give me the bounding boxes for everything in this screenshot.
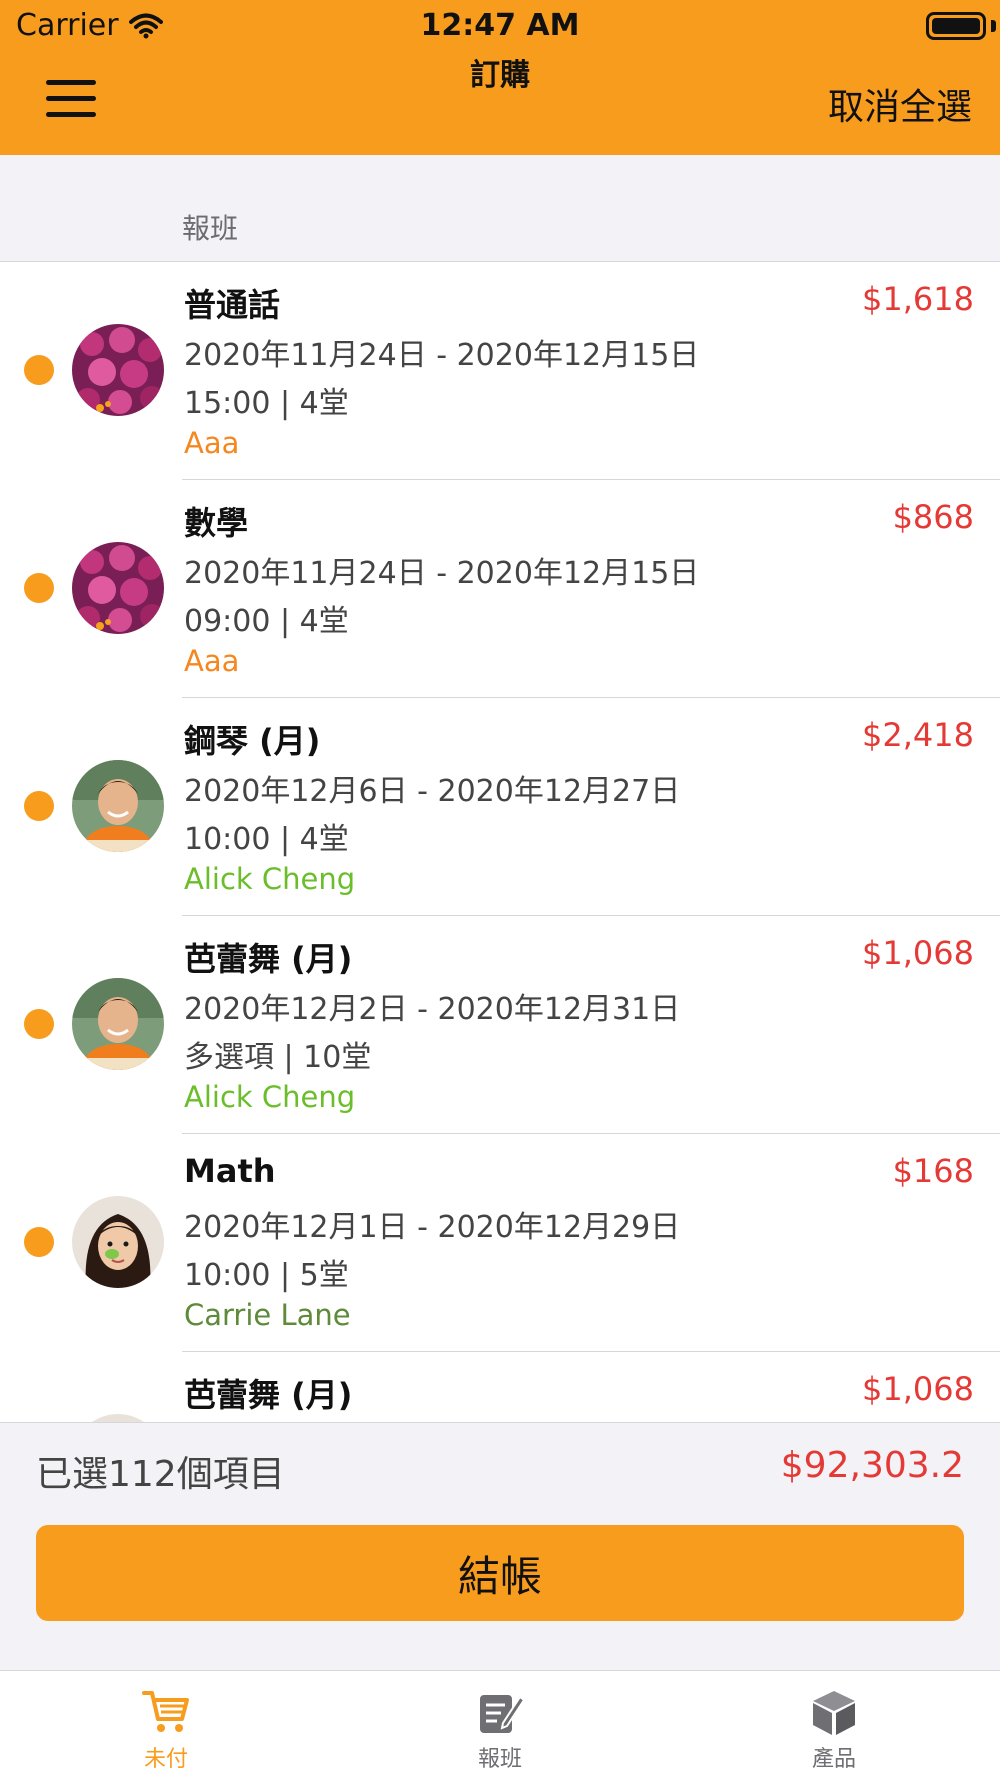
course-price: $868 bbox=[892, 498, 974, 536]
cart-icon bbox=[142, 1691, 189, 1732]
course-price: $1,068 bbox=[862, 934, 974, 972]
list-item[interactable]: 鋼琴 (月) $2,418 2020年12月6日 - 2020年12月27日 1… bbox=[0, 698, 1000, 916]
course-price: $1,068 bbox=[862, 1370, 974, 1408]
selected-count: 已選112個項目 bbox=[36, 1454, 285, 1495]
battery-icon bbox=[926, 12, 986, 40]
checkout-button[interactable]: 結帳 bbox=[36, 1525, 964, 1621]
course-name: 數學 bbox=[184, 504, 249, 542]
course-dates: 2020年11月24日 - 2020年12月15日 bbox=[184, 338, 700, 373]
selection-dot[interactable] bbox=[24, 1227, 54, 1257]
girl-avatar bbox=[72, 1196, 164, 1288]
order-summary: 已選112個項目 $92,303.2 結帳 bbox=[0, 1422, 1000, 1670]
girl-avatar bbox=[72, 1414, 164, 1422]
course-price: $168 bbox=[892, 1152, 974, 1190]
order-list[interactable]: 普通話 $1,618 2020年11月24日 - 2020年12月15日 15:… bbox=[0, 262, 1000, 1422]
course-time: 09:00 | 4堂 bbox=[184, 604, 349, 639]
course-name: 芭蕾舞 (月) bbox=[184, 940, 353, 978]
course-dates: 2020年12月6日 - 2020年12月27日 bbox=[184, 774, 681, 809]
section-title: 報班 bbox=[182, 212, 239, 245]
list-item[interactable]: 普通話 $1,618 2020年11月24日 - 2020年12月15日 15:… bbox=[0, 262, 1000, 480]
selection-dot[interactable] bbox=[24, 573, 54, 603]
hamburger-menu-icon[interactable] bbox=[46, 80, 96, 120]
boy-avatar bbox=[72, 978, 164, 1070]
course-time: 10:00 | 5堂 bbox=[184, 1258, 349, 1293]
tab-unpaid[interactable]: 未付 bbox=[66, 1671, 266, 1778]
student-name: Alick Cheng bbox=[184, 1080, 356, 1114]
tab-label: 未付 bbox=[143, 1747, 188, 1772]
total-amount: $92,303.2 bbox=[780, 1445, 964, 1486]
course-name: Math bbox=[184, 1152, 276, 1190]
navigation-header: Carrier 12:47 AM 訂購 取消全選 bbox=[0, 0, 1000, 155]
list-item[interactable]: 芭蕾舞 (月) $1,068 2020年12月2日 - 2020年12月31日 … bbox=[0, 916, 1000, 1134]
course-dates: 2020年12月1日 - 2020年12月29日 bbox=[184, 1210, 681, 1245]
battery-cap bbox=[991, 20, 996, 32]
student-name: Carrie Lane bbox=[184, 1298, 351, 1332]
selection-dot[interactable] bbox=[24, 791, 54, 821]
course-time: 10:00 | 4堂 bbox=[184, 822, 349, 857]
course-price: $1,618 bbox=[862, 280, 974, 318]
edit-note-icon bbox=[480, 1695, 525, 1733]
course-name: 鋼琴 (月) bbox=[184, 722, 321, 760]
flower-avatar bbox=[72, 542, 164, 634]
course-dates: 2020年11月24日 - 2020年12月15日 bbox=[184, 556, 700, 591]
student-name: Aaa bbox=[184, 644, 240, 678]
tab-label: 報班 bbox=[477, 1747, 522, 1772]
list-item[interactable]: 數學 $868 2020年11月24日 - 2020年12月15日 09:00 … bbox=[0, 480, 1000, 698]
status-time: 12:47 AM bbox=[420, 8, 580, 43]
tab-bar: 未付 報班 產品 bbox=[0, 1670, 1000, 1778]
course-name: 普通話 bbox=[184, 286, 281, 324]
boy-avatar bbox=[72, 760, 164, 852]
student-name: Aaa bbox=[184, 426, 240, 460]
product-box-icon bbox=[813, 1691, 855, 1735]
course-dates: 2020年12月2日 - 2020年12月31日 bbox=[184, 992, 681, 1027]
selection-dot[interactable] bbox=[24, 355, 54, 385]
selection-dot[interactable] bbox=[24, 1009, 54, 1039]
list-item[interactable]: 芭蕾舞 (月) $1,068 bbox=[0, 1352, 1000, 1422]
course-time: 多選項 | 10堂 bbox=[184, 1040, 372, 1075]
tab-label: 產品 bbox=[811, 1747, 856, 1772]
section-header: 報班 bbox=[0, 155, 1000, 262]
course-name: 芭蕾舞 (月) bbox=[184, 1376, 353, 1414]
tab-products[interactable]: 產品 bbox=[734, 1671, 934, 1778]
deselect-all-button[interactable]: 取消全選 bbox=[828, 78, 972, 130]
flower-avatar bbox=[72, 324, 164, 416]
student-name: Alick Cheng bbox=[184, 862, 356, 896]
course-price: $2,418 bbox=[862, 716, 974, 754]
list-item[interactable]: Math $168 2020年12月1日 - 2020年12月29日 10:00… bbox=[0, 1134, 1000, 1352]
tab-classes[interactable]: 報班 bbox=[400, 1671, 600, 1778]
course-time: 15:00 | 4堂 bbox=[184, 386, 349, 421]
